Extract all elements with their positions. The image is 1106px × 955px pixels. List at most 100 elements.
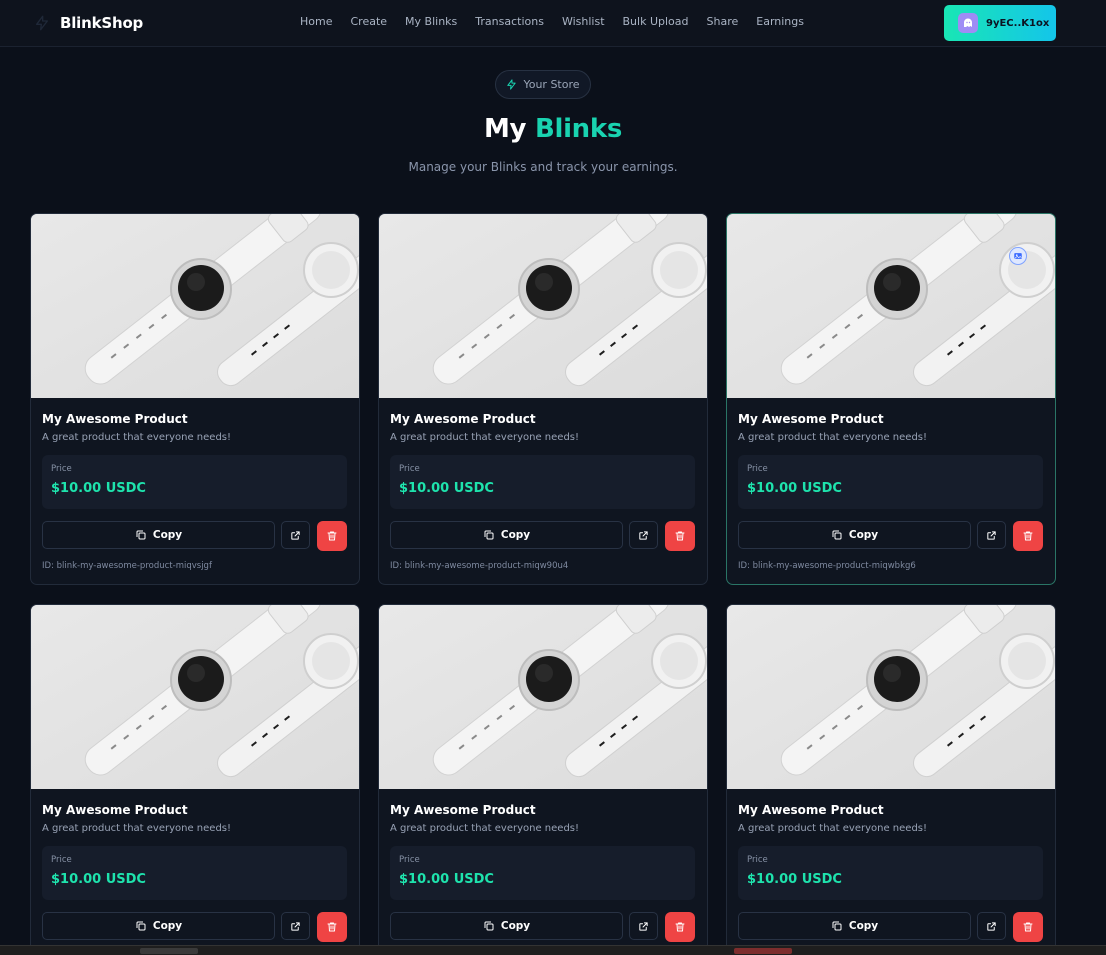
product-title: My Awesome Product [738, 412, 884, 426]
blink-card: My Awesome Product A great product that … [378, 213, 708, 585]
copy-icon [136, 921, 146, 931]
blink-id: ID: blink-my-awesome-product-miqvsjgf [42, 561, 212, 571]
page-title-accent: Blinks [534, 114, 623, 144]
open-link-button[interactable] [281, 521, 310, 549]
delete-button[interactable] [665, 521, 695, 551]
ghost-icon [958, 13, 978, 33]
nav-transactions[interactable]: Transactions [475, 15, 544, 28]
product-description: A great product that everyone needs! [738, 823, 928, 834]
product-image [31, 214, 359, 398]
copy-button[interactable]: Copy [42, 912, 275, 940]
price-value: $10.00 USDC [747, 872, 842, 887]
bolt-icon [507, 79, 517, 90]
price-box: Price $10.00 USDC [42, 846, 347, 900]
copy-button[interactable]: Copy [390, 521, 623, 549]
delete-button[interactable] [665, 912, 695, 942]
product-image [379, 605, 707, 789]
open-link-button[interactable] [977, 912, 1006, 940]
copy-button[interactable]: Copy [738, 521, 971, 549]
page-title: My Blinks [0, 114, 1106, 144]
external-link-icon [639, 530, 648, 540]
nav-create[interactable]: Create [350, 15, 387, 28]
delete-button[interactable] [1013, 912, 1043, 942]
copy-button-label: Copy [848, 920, 879, 932]
wallet-button[interactable]: 9yEC..K1ox [944, 5, 1056, 41]
brand-name: BlinkShop [60, 14, 144, 32]
price-label: Price [399, 855, 420, 865]
open-link-button[interactable] [629, 912, 658, 940]
taskbar-item[interactable] [140, 948, 198, 954]
nav-share[interactable]: Share [707, 15, 739, 28]
product-title: My Awesome Product [738, 803, 884, 817]
nav-bulk-upload[interactable]: Bulk Upload [623, 15, 689, 28]
price-value: $10.00 USDC [399, 872, 494, 887]
nav-home[interactable]: Home [300, 15, 332, 28]
product-title: My Awesome Product [390, 803, 536, 817]
external-link-icon [291, 921, 300, 931]
page-subtitle: Manage your Blinks and track your earnin… [408, 160, 678, 174]
product-title: My Awesome Product [390, 412, 536, 426]
external-link-icon [639, 921, 648, 931]
copy-icon [484, 921, 494, 931]
product-image [379, 214, 707, 398]
price-box: Price $10.00 USDC [42, 455, 347, 509]
price-value: $10.00 USDC [51, 481, 146, 496]
trash-icon [1023, 922, 1033, 932]
copy-icon [484, 530, 494, 540]
main-nav: Home Create My Blinks Transactions Wishl… [300, 15, 804, 28]
trash-icon [327, 922, 337, 932]
store-badge: Your Store [495, 70, 591, 99]
price-label: Price [51, 855, 72, 865]
copy-icon [136, 530, 146, 540]
product-description: A great product that everyone needs! [42, 432, 232, 443]
price-value: $10.00 USDC [747, 481, 842, 496]
blink-id: ID: blink-my-awesome-product-miqw90u4 [390, 561, 569, 571]
copy-button[interactable]: Copy [42, 521, 275, 549]
price-box: Price $10.00 USDC [390, 455, 695, 509]
product-description: A great product that everyone needs! [390, 432, 580, 443]
copy-icon [832, 530, 842, 540]
delete-button[interactable] [317, 521, 347, 551]
taskbar-item[interactable] [734, 948, 792, 954]
delete-button[interactable] [317, 912, 347, 942]
price-label: Price [399, 464, 420, 474]
blink-card: My Awesome Product A great product that … [30, 604, 360, 955]
copy-icon [832, 921, 842, 931]
copy-button-label: Copy [500, 529, 531, 541]
trash-icon [327, 531, 337, 541]
open-link-button[interactable] [977, 521, 1006, 549]
open-link-button[interactable] [281, 912, 310, 940]
brand[interactable]: BlinkShop [34, 13, 143, 33]
price-value: $10.00 USDC [51, 872, 146, 887]
copy-button[interactable]: Copy [390, 912, 623, 940]
image-icon [1009, 247, 1027, 265]
copy-button-label: Copy [500, 920, 531, 932]
product-description: A great product that everyone needs! [42, 823, 232, 834]
copy-button[interactable]: Copy [738, 912, 971, 940]
delete-button[interactable] [1013, 521, 1043, 551]
nav-my-blinks[interactable]: My Blinks [405, 15, 457, 28]
external-link-icon [291, 530, 300, 540]
price-box: Price $10.00 USDC [390, 846, 695, 900]
copy-button-label: Copy [848, 529, 879, 541]
trash-icon [1023, 531, 1033, 541]
wallet-address: 9yEC..K1ox [986, 17, 1050, 29]
copy-button-label: Copy [152, 920, 183, 932]
product-image [727, 605, 1055, 789]
trash-icon [675, 531, 685, 541]
blink-id: ID: blink-my-awesome-product-miqwbkg6 [738, 561, 916, 571]
os-taskbar [0, 945, 1106, 955]
nav-earnings[interactable]: Earnings [756, 15, 804, 28]
nav-wishlist[interactable]: Wishlist [562, 15, 605, 28]
product-title: My Awesome Product [42, 412, 188, 426]
external-link-icon [987, 530, 996, 540]
product-description: A great product that everyone needs! [390, 823, 580, 834]
price-box: Price $10.00 USDC [738, 846, 1043, 900]
product-image [31, 605, 359, 789]
open-link-button[interactable] [629, 521, 658, 549]
price-label: Price [51, 464, 72, 474]
blink-card: My Awesome Product A great product that … [378, 604, 708, 955]
price-label: Price [747, 855, 768, 865]
product-image [727, 214, 1055, 398]
store-badge-label: Your Store [523, 78, 580, 91]
